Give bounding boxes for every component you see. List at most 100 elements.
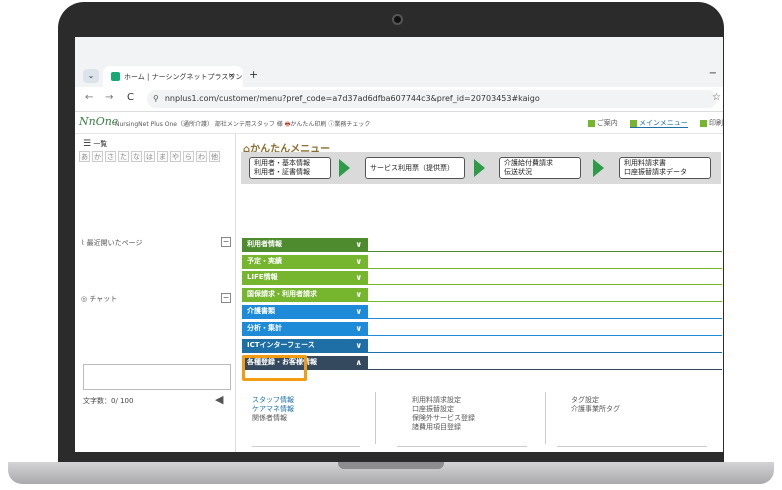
kana-ya[interactable]: や (170, 151, 181, 162)
list-label: 一覧 (93, 140, 108, 148)
chevron-icon: ∨ (355, 307, 363, 316)
flow-arrow-icon (474, 159, 485, 177)
kana-wa[interactable]: わ (196, 151, 207, 162)
main-content: ⌂かんたんメニュー 利用者・基本情報 利用者・証書情報 サービス利用票（提供票）… (237, 134, 723, 452)
easy-care-claim-button[interactable]: 介護給付費請求 伝送状況 (499, 157, 581, 179)
office-name: 部社メンテ用スタッフ 様 (214, 121, 283, 128)
topnav-guide[interactable]: ご案内 (587, 119, 618, 127)
list-icon: ☰ (83, 139, 92, 149)
related-party-info-link[interactable]: 関係者情報 (252, 414, 294, 423)
easy-care-claim-line1: 介護給付費請求 (504, 159, 553, 167)
col1-list: スタッフ情報 ケアマネ情報 関係者情報 (252, 396, 294, 423)
column-underline (252, 446, 360, 447)
bookmark-star-icon[interactable]: ☆ (712, 92, 721, 103)
misc-expense-items-link[interactable]: 諸費用項目登録 (412, 423, 475, 432)
menu-header-4[interactable]: 国保請求・利用者請求 ∨ (242, 288, 368, 301)
minimize-button[interactable]: − (709, 68, 717, 79)
chat-icon: ◎ (81, 295, 88, 303)
menu-header-7[interactable]: ICTインターフェース ∨ (242, 339, 368, 352)
easy-care-claim-line2: 伝送状況 (504, 168, 532, 176)
flow-arrow-icon (339, 159, 350, 177)
chevron-icon: ∨ (355, 290, 363, 299)
kana-sa[interactable]: さ (105, 151, 116, 162)
task-check-link[interactable]: 業務チェック (334, 121, 370, 128)
chevron-icon: ∧ (355, 358, 363, 367)
menu-section-8: 各種登録・お客様情報 ∧ (242, 356, 722, 370)
chevron-icon: ∨ (355, 240, 363, 249)
menu-header-3[interactable]: LIFE情報 ∨ (242, 271, 368, 284)
flow-arrow-icon (593, 159, 604, 177)
brand-name: NursingNet Plus One（通所介護） (115, 121, 213, 128)
nnone-logo: NnOne (79, 115, 119, 128)
char-count: 文字数：0/ 100 (83, 397, 134, 405)
easy-service-sheet-label: サービス利用票（提供票） (370, 164, 454, 172)
top-nav: ご案内 メインメニュー 印刷 (578, 118, 723, 128)
easy-print-link[interactable]: かんたん印刷 (290, 121, 326, 128)
brand-text: NursingNet Plus One（通所介護） 部社メンテ用スタッフ 様 🖶… (115, 119, 370, 130)
recent-pages-label: 最近開いたページ (86, 239, 143, 247)
non-insurance-service-link[interactable]: 保険外サービス登録 (412, 414, 475, 423)
site-settings-icon[interactable]: ⚲ (153, 94, 159, 103)
menu-header-6[interactable]: 分析・集計 ∨ (242, 322, 368, 335)
recent-pages-header: ⌇ 最近開いたページ − (81, 237, 231, 248)
chat-collapse-button[interactable]: − (221, 293, 231, 303)
chat-input[interactable] (83, 364, 231, 390)
menu-header-1[interactable]: 利用者情報 ∨ (242, 238, 368, 251)
kana-ra[interactable]: ら (183, 151, 194, 162)
kana-other[interactable]: 他 (209, 151, 220, 162)
menu-header-label: LIFE情報 (247, 273, 278, 281)
send-icon[interactable]: ◀ (215, 393, 223, 406)
menu-header-label: 分析・集計 (247, 324, 282, 332)
column-underline (397, 446, 527, 447)
menu-header-label: ICTインターフェース (247, 341, 315, 349)
sidebar: ☰ 一覧 あ か さ た な は ま や ら わ 他 ⌇ 最近開いたページ − … (75, 134, 236, 452)
easy-service-sheet-button[interactable]: サービス利用票（提供票） (365, 157, 465, 179)
recent-collapse-button[interactable]: − (221, 237, 231, 247)
tab-close-icon[interactable]: × (228, 71, 235, 80)
column-divider (545, 392, 546, 444)
menu-header-2[interactable]: 予定・実績 ∨ (242, 255, 368, 268)
webcam-icon (392, 14, 403, 25)
menu-section-1: 利用者情報 ∨ (242, 238, 722, 252)
kana-index: あ か さ た な は ま や ら わ 他 (79, 151, 220, 162)
kana-ha[interactable]: は (144, 151, 155, 162)
chat-label: チャット (89, 295, 118, 303)
kana-ta[interactable]: た (118, 151, 129, 162)
topnav-main-menu[interactable]: メインメニュー (629, 119, 688, 128)
kana-na[interactable]: な (131, 151, 142, 162)
laptop-scene: ⌄ ホーム | ナーシングネットプラスワン × + − ← → C ⚲ nnplu… (0, 0, 782, 490)
column-divider (375, 392, 376, 444)
browser-tab[interactable]: ホーム | ナーシングネットプラスワン × (103, 66, 243, 87)
forward-button[interactable]: → (105, 92, 113, 103)
reload-button[interactable]: C (127, 92, 134, 103)
staff-info-link[interactable]: スタッフ情報 (252, 396, 294, 405)
url-input[interactable]: ⚲ nnplus1.com/customer/menu?pref_code=a7d… (147, 90, 717, 108)
app-header: NnOne NursingNet Plus One（通所介護） 部社メンテ用スタ… (75, 112, 723, 134)
column-underline (557, 446, 707, 447)
new-tab-button[interactable]: + (249, 68, 258, 81)
back-button[interactable]: ← (85, 92, 93, 103)
kana-ma[interactable]: ま (157, 151, 168, 162)
kana-a[interactable]: あ (79, 151, 90, 162)
account-transfer-settings-link[interactable]: 口座振替設定 (412, 405, 475, 414)
care-office-tag-link[interactable]: 介護事業所タグ (571, 405, 620, 414)
easy-fee-invoice-button[interactable]: 利用料請求書 口座振替請求データ (619, 157, 711, 179)
menu-section-4: 国保請求・利用者請求 ∨ (242, 288, 722, 302)
easy-user-info-line2: 利用者・証書情報 (254, 168, 310, 176)
tab-search-button[interactable]: ⌄ (83, 69, 99, 83)
chat-header: ◎ チャット − (81, 293, 231, 304)
tag-settings-link[interactable]: タグ設定 (571, 396, 620, 405)
caremanager-info-link[interactable]: ケアマネ情報 (252, 405, 294, 414)
easy-fee-invoice-line2: 口座振替請求データ (624, 168, 687, 176)
topnav-print[interactable]: 印刷 (700, 119, 723, 127)
col2-list: 利用料請求設定 口座振替設定 保険外サービス登録 諸費用項目登録 (412, 396, 475, 432)
menu-header-5[interactable]: 介護書類 ∨ (242, 305, 368, 318)
chevron-icon: ∨ (355, 273, 363, 282)
menu-section-5: 介護書類 ∨ (242, 305, 722, 319)
fee-invoice-settings-link[interactable]: 利用料請求設定 (412, 396, 475, 405)
kana-ka[interactable]: か (92, 151, 103, 162)
easy-user-info-button[interactable]: 利用者・基本情報 利用者・証書情報 (249, 157, 331, 179)
url-text: nnplus1.com/customer/menu?pref_code=a7d3… (164, 94, 540, 103)
address-bar-row: ← → C ⚲ nnplus1.com/customer/menu?pref_co… (75, 87, 723, 112)
menu-header-label: 予定・実績 (247, 257, 282, 265)
